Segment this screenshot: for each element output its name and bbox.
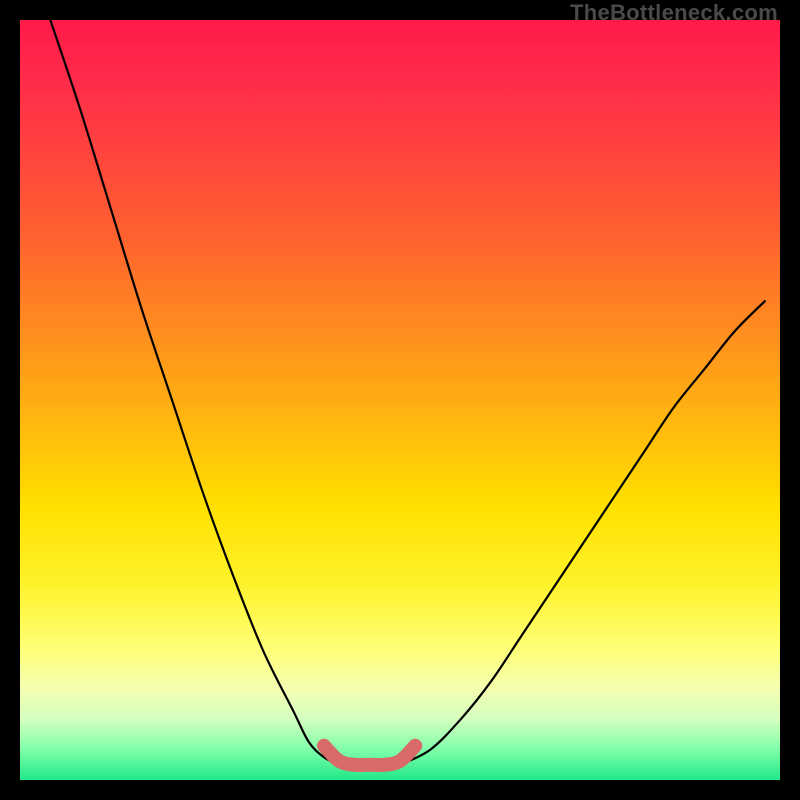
plot-area xyxy=(20,20,780,780)
series-left-curve xyxy=(50,20,339,765)
chart-frame: TheBottleneck.com xyxy=(0,0,800,800)
series-bottom-segment xyxy=(324,746,415,765)
chart-svg xyxy=(20,20,780,780)
series-right-curve xyxy=(400,301,765,765)
